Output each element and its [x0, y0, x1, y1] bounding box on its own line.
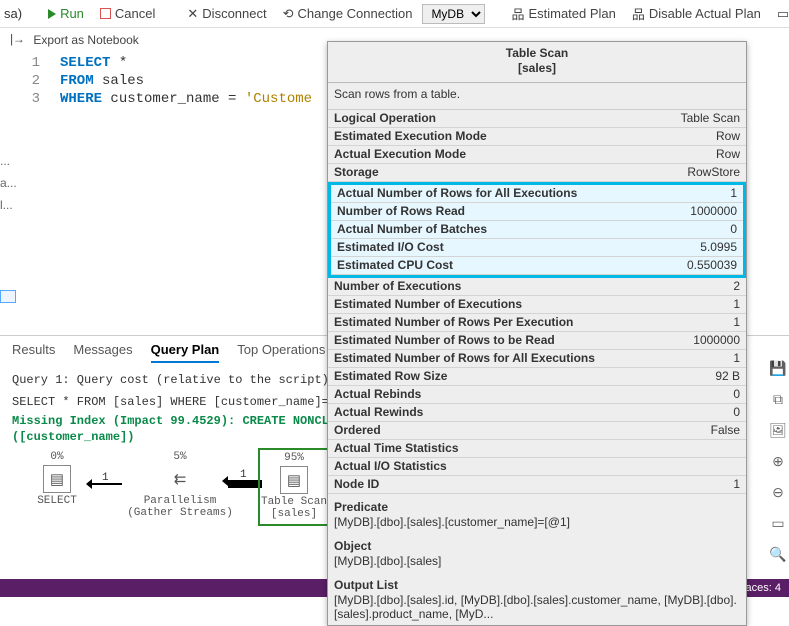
prop-row: OrderedFalse — [328, 422, 746, 440]
output-list-label: Output List — [328, 572, 746, 593]
prop-row: Number of Executions2 — [328, 278, 746, 296]
side-icon-rail: 💾 ⧉ 🖼 ⊕ ⊖ ▭ 🔍 ⌕ — [767, 360, 789, 594]
tab-top-operations[interactable]: Top Operations — [237, 342, 325, 363]
copy-icon[interactable]: ⧉ — [773, 391, 783, 408]
database-select[interactable]: MyDB — [422, 4, 485, 24]
prop-row: Estimated Number of Rows for All Executi… — [328, 350, 746, 368]
plan-node-table-scan[interactable]: 95% ▤ Table Scan [sales] — [258, 448, 330, 526]
prop-row: Estimated Number of Rows to be Read10000… — [328, 332, 746, 350]
output-list-value: [MyDB].[dbo].[sales].id, [MyDB].[dbo].[s… — [328, 593, 746, 625]
prop-row: Actual I/O Statistics — [328, 458, 746, 476]
cancel-button[interactable]: Cancel — [94, 4, 161, 23]
prop-row: StorageRowStore — [328, 164, 746, 182]
prop-row: Node ID1 — [328, 476, 746, 494]
zoom-out-icon[interactable]: ⊖ — [772, 484, 784, 501]
highlighted-group: Actual Number of Rows for All Executions… — [328, 182, 746, 278]
prop-row: Estimated CPU Cost0.550039 — [331, 257, 743, 275]
zoom-in-icon[interactable]: ⊕ — [772, 453, 784, 470]
parallelism-icon: ⇇ — [166, 465, 194, 493]
tab-messages[interactable]: Messages — [73, 342, 132, 363]
export-notebook-button[interactable]: Export as Notebook — [27, 31, 144, 49]
disable-actual-plan-button[interactable]: 品 Disable Actual Plan — [626, 2, 767, 25]
row-count: 1 — [102, 472, 109, 484]
prop-row: Actual Execution ModeRow — [328, 146, 746, 164]
selection-indicator — [0, 290, 16, 303]
prop-row: Actual Time Statistics — [328, 440, 746, 458]
tab-query-plan[interactable]: Query Plan — [151, 342, 220, 363]
prop-row: Actual Number of Batches0 — [331, 221, 743, 239]
prop-row: Estimated Number of Rows Per Execution1 — [328, 314, 746, 332]
change-connection-button[interactable]: ⟲ Change Connection — [277, 4, 419, 24]
tooltip-description: Scan rows from a table. — [328, 83, 746, 110]
prop-row: Actual Rebinds0 — [328, 386, 746, 404]
main-toolbar: sa) Run Cancel ✕ Disconnect ⟲ Change Con… — [0, 0, 789, 28]
predicate-label: Predicate — [328, 494, 746, 515]
prop-row: Actual Number of Rows for All Executions… — [331, 185, 743, 203]
object-label: Object — [328, 533, 746, 554]
estimated-plan-button[interactable]: 品 Estimated Plan — [505, 2, 621, 25]
search-icon[interactable]: 🔍 — [769, 546, 786, 563]
prop-row: Estimated I/O Cost5.0995 — [331, 239, 743, 257]
image-icon[interactable]: 🖼 — [769, 422, 787, 439]
tooltip-title: Table Scan [sales] — [328, 42, 746, 83]
connection-frag: sa) — [4, 6, 22, 21]
node-properties-tooltip: Table Scan [sales] Scan rows from a tabl… — [327, 41, 747, 626]
export-icon: |→ — [8, 33, 22, 47]
predicate-value: [MyDB].[dbo].[sales].[customer_name]=[@1… — [328, 515, 746, 533]
save-icon[interactable]: 💾 — [769, 360, 786, 377]
run-button[interactable]: Run — [42, 4, 90, 23]
fit-icon[interactable]: ▭ — [771, 515, 784, 532]
table-scan-icon: ▤ — [280, 466, 308, 494]
prop-row: Logical OperationTable Scan — [328, 110, 746, 128]
prop-row: Estimated Row Size92 B — [328, 368, 746, 386]
prop-row: Actual Rewinds0 — [328, 404, 746, 422]
prop-row: Estimated Number of Executions1 — [328, 296, 746, 314]
row-count: 1 — [240, 469, 247, 481]
table-icon: ▤ — [43, 465, 71, 493]
left-fragment: ... a... l... — [0, 150, 17, 216]
prop-row: Number of Rows Read1000000 — [331, 203, 743, 221]
disconnect-button[interactable]: ✕ Disconnect — [181, 4, 272, 24]
tab-results[interactable]: Results — [12, 342, 55, 363]
prop-row: Estimated Execution ModeRow — [328, 128, 746, 146]
arrow-icon — [228, 480, 262, 488]
object-value: [MyDB].[dbo].[sales] — [328, 554, 746, 572]
enable-sqlcmd-button[interactable]: ▭ Enable SQLCMD — [771, 4, 789, 24]
